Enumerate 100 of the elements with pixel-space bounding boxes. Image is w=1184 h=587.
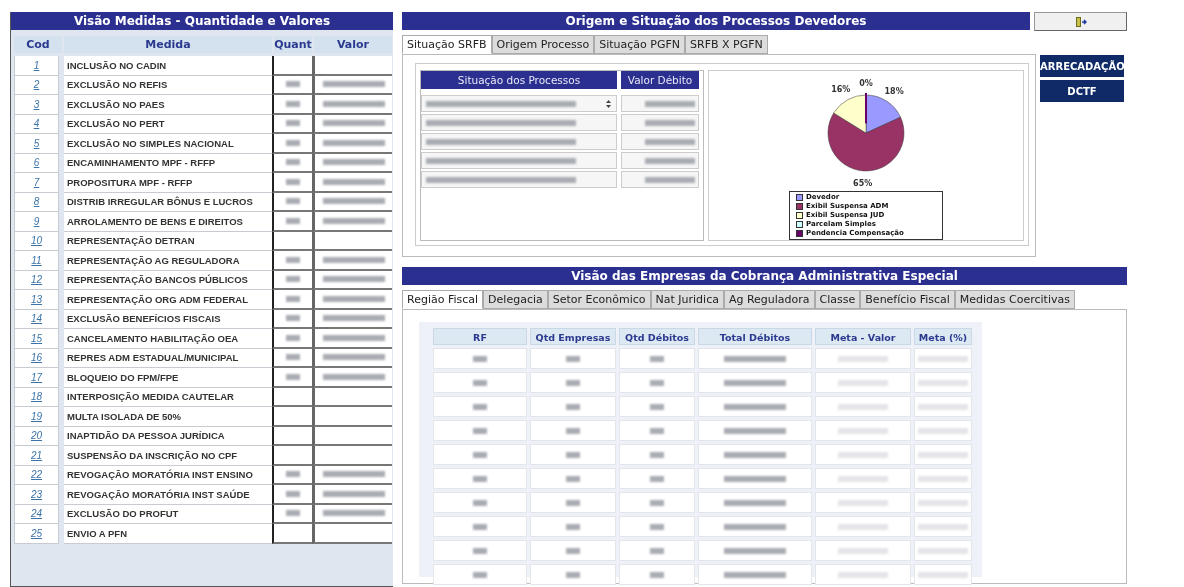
table-cell: ENVIO A PFN — [64, 524, 272, 544]
table-cell: ARROLAMENTO DE BENS E DIREITOS — [64, 212, 272, 232]
table-cell: REPRESENTAÇÃO BANCOS PÚBLICOS — [64, 270, 272, 290]
tab[interactable]: Setor Econômico — [547, 290, 651, 309]
tab[interactable]: Situação PGFN — [594, 35, 686, 54]
column-header: Cod — [14, 36, 62, 53]
code-link[interactable]: 22 — [30, 469, 43, 481]
code-link[interactable]: 19 — [30, 410, 43, 422]
column-header: Situação dos Processos — [421, 71, 617, 89]
tab[interactable]: Ag Reguladora — [723, 290, 815, 309]
table-cell: PROPOSITURA MPF - RFFP — [64, 173, 272, 193]
nav-button[interactable]: ARRECADAÇÃO — [1040, 55, 1124, 77]
column-header: Qtd Empresas — [530, 328, 616, 345]
panel-title: Visão Medidas - Quantidade e Valores — [11, 12, 393, 30]
tab[interactable]: Origem Processo — [491, 35, 595, 54]
code-link[interactable]: 13 — [30, 293, 43, 305]
table-cell: REPRESENTAÇÃO AG REGULADORA — [64, 251, 272, 271]
tab[interactable]: Situação SRFB — [402, 35, 492, 54]
table-cell: EXCLUSÃO DO PROFUT — [64, 504, 272, 524]
code-link[interactable]: 6 — [33, 157, 40, 169]
code-link[interactable]: 2 — [33, 79, 40, 91]
column-header: Total Débitos — [698, 328, 812, 345]
tab[interactable]: Benefício Fiscal — [860, 290, 955, 309]
table-cell — [914, 516, 972, 537]
table-cell: INAPTIDÃO DA PESSOA JURÍDICA — [64, 426, 272, 446]
table-cell: EXCLUSÃO NO PAES — [64, 95, 272, 115]
table-cell — [914, 468, 972, 489]
code-link[interactable]: 7 — [33, 176, 40, 188]
nav-button[interactable]: DCTF — [1040, 80, 1124, 102]
table-cell: SUSPENSÃO DA INSCRIÇÃO NO CPF — [64, 446, 272, 466]
code-link[interactable]: 1 — [33, 59, 40, 71]
code-link[interactable]: 10 — [30, 235, 43, 247]
table-cell: EXCLUSÃO BENEFÍCIOS FISCAIS — [64, 309, 272, 329]
exit-door-icon — [1074, 15, 1087, 28]
code-link[interactable]: 9 — [33, 215, 40, 227]
tab[interactable]: SRFB X PGFN — [685, 35, 768, 54]
status-field[interactable] — [421, 152, 617, 169]
code-link[interactable]: 5 — [33, 137, 40, 149]
code-link[interactable]: 14 — [30, 313, 43, 325]
data-label: 0% — [859, 79, 873, 88]
table-cell — [914, 564, 972, 585]
table-cell: BLOQUEIO DO FPM/FPE — [64, 368, 272, 388]
table-cell: REPRESENTAÇÃO ORG ADM FEDERAL — [64, 290, 272, 310]
table-cell: INTERPOSIÇÃO MEDIDA CAUTELAR — [64, 387, 272, 407]
code-link[interactable]: 3 — [33, 98, 40, 110]
column-header: Quant — [274, 36, 312, 53]
table-cell: INCLUSÃO NO CADIN — [64, 56, 272, 76]
table-cell — [914, 396, 972, 417]
table-cell: MULTA ISOLADA DE 50% — [64, 407, 272, 427]
tab[interactable]: Delegacia — [483, 290, 548, 309]
table-cell: EXCLUSÃO NO REFIS — [64, 75, 272, 95]
table-cell: CANCELAMENTO HABILITAÇÃO OEA — [64, 329, 272, 349]
data-label: 65% — [853, 178, 873, 188]
table-cell: EXCLUSÃO NO PERT — [64, 114, 272, 134]
status-field[interactable] — [421, 171, 617, 188]
column-header: Valor Débito — [621, 71, 699, 89]
spinner-icon[interactable] — [605, 97, 612, 110]
column-header: Meta - Valor — [815, 328, 911, 345]
status-field[interactable] — [421, 133, 617, 150]
column-header: Qtd Débitos — [619, 328, 695, 345]
code-link[interactable]: 17 — [30, 371, 43, 383]
code-link[interactable]: 20 — [30, 430, 43, 442]
code-link[interactable]: 11 — [31, 254, 42, 266]
table-cell: DISTRIB IRREGULAR BÔNUS E LUCROS — [64, 192, 272, 212]
tab[interactable]: Região Fiscal — [402, 290, 484, 309]
status-field[interactable] — [421, 114, 617, 131]
exit-button[interactable] — [1034, 12, 1127, 31]
table-cell: REPRESENTAÇÃO DETRAN — [64, 231, 272, 251]
tab[interactable]: Classe — [814, 290, 861, 309]
code-link[interactable]: 25 — [30, 527, 43, 539]
panel-title: Origem e Situação dos Processos Devedores — [402, 12, 1030, 30]
table-cell: ENCAMINHAMENTO MPF - RFFP — [64, 153, 272, 173]
table-cell — [914, 348, 972, 369]
column-header: Medida — [64, 36, 272, 53]
code-link[interactable]: 8 — [33, 196, 40, 208]
code-link[interactable]: 24 — [30, 508, 43, 520]
table-cell — [914, 444, 972, 465]
table-cell: REVOGAÇÃO MORATÓRIA INST ENSINO — [64, 465, 272, 485]
code-link[interactable]: 12 — [30, 274, 43, 286]
table-cell: REPRES ADM ESTADUAL/MUNICIPAL — [64, 348, 272, 368]
code-link[interactable]: 23 — [30, 488, 43, 500]
code-link[interactable]: 16 — [30, 352, 43, 364]
panel-title: Visão das Empresas da Cobrança Administrativa Especial — [402, 267, 1127, 285]
code-link[interactable]: 21 — [30, 449, 43, 461]
column-header: Meta (%) — [914, 328, 972, 345]
table-cell: REVOGAÇÃO MORATÓRIA INST SAÚDE — [64, 485, 272, 505]
table-cell — [914, 492, 972, 513]
code-link[interactable]: 4 — [33, 118, 40, 130]
table-cell: EXCLUSÃO NO SIMPLES NACIONAL — [64, 134, 272, 154]
tab[interactable]: Medidas Coercitivas — [954, 290, 1075, 309]
table-cell — [914, 540, 972, 561]
tab[interactable]: Nat Juridica — [650, 290, 724, 309]
table-cell — [914, 420, 972, 441]
code-link[interactable]: 15 — [30, 332, 43, 344]
data-label: 16% — [831, 85, 851, 95]
code-link[interactable]: 18 — [30, 391, 43, 403]
data-label: 18% — [884, 86, 904, 96]
status-field[interactable] — [421, 95, 617, 112]
table-cell — [914, 372, 972, 393]
column-header: RF — [433, 328, 527, 345]
